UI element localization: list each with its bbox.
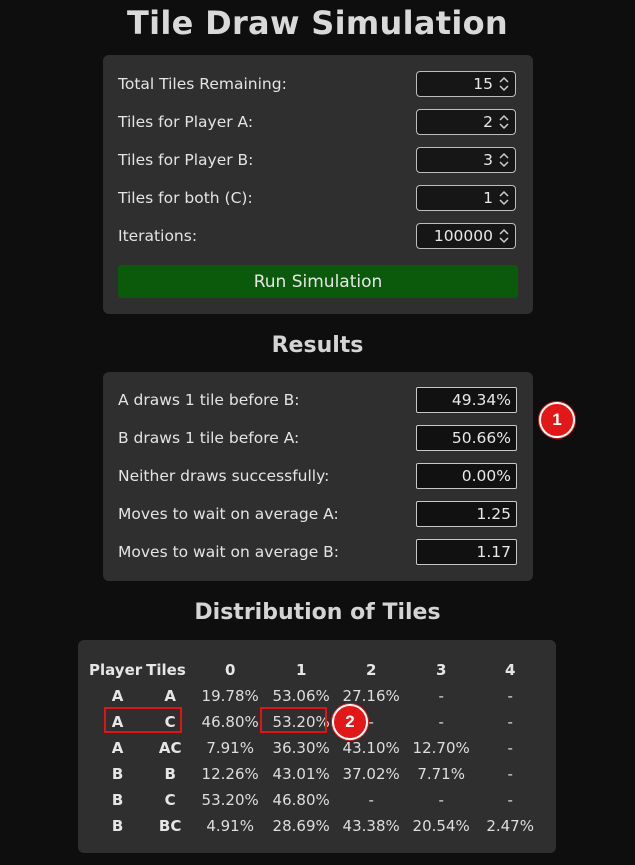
b-before-a-label: B draws 1 tile before A:	[118, 429, 300, 447]
probability-cell: 2.47%	[486, 817, 534, 835]
table-row: A AC 7.91% 36.30% 43.10% 12.70% -	[89, 735, 544, 761]
probability-cell: -	[438, 713, 444, 731]
tiles-player-b-value: 3	[483, 151, 493, 169]
distribution-panel: Player Tiles 0 1 2 3 4 A A 19.78% 53.06% 27.16% - - A…	[78, 640, 556, 853]
probability-cell: -	[507, 739, 513, 757]
table-row: B C 53.20% 46.80% - - -	[89, 787, 544, 813]
tiles-cell: AC	[158, 739, 182, 757]
probability-cell: 46.80%	[201, 713, 259, 731]
distribution-table: Player Tiles 0 1 2 3 4 A A 19.78% 53.06% 27.16% - - A…	[89, 657, 544, 839]
table-row: B B 12.26% 43.01% 37.02% 7.71% -	[89, 761, 544, 787]
column-header: Tiles	[146, 661, 186, 679]
input-panel: Total Tiles Remaining: 15 Tiles for Player…	[103, 55, 533, 314]
tiles-cell: A	[164, 687, 176, 705]
page-title: Tile Draw Simulation	[127, 4, 508, 42]
probability-cell: 43.38%	[342, 817, 400, 835]
probability-cell: 19.78%	[201, 687, 259, 705]
player-cell: A	[111, 739, 124, 757]
player-cell: B	[111, 765, 124, 783]
tiles-player-a-spinbox[interactable]: 2	[416, 109, 516, 135]
probability-cell: 43.01%	[272, 765, 330, 783]
annotation-marker-2: 2	[332, 704, 368, 740]
probability-cell: 53.06%	[272, 687, 330, 705]
probability-cell: -	[507, 765, 513, 783]
tiles-player-b-spinbox[interactable]: 3	[416, 147, 516, 173]
tiles-cell: B	[164, 765, 176, 783]
iterations-spinbox[interactable]: 100000	[416, 223, 516, 249]
results-panel: A draws 1 tile before B: 49.34% B draws 1 …	[103, 372, 533, 581]
probability-cell: -	[438, 791, 444, 809]
b-before-a-output[interactable]: 50.66%	[416, 425, 517, 451]
probability-cell: 53.20%	[201, 791, 259, 809]
table-row: B BC 4.91% 28.69% 43.38% 20.54% 2.47%	[89, 813, 544, 839]
highlight-a-c-value-1	[260, 707, 327, 733]
spin-arrows-icon[interactable]	[498, 75, 510, 93]
probability-cell: -	[507, 687, 513, 705]
avg-wait-b-label: Moves to wait on average B:	[118, 543, 340, 561]
spin-arrows-icon[interactable]	[498, 113, 510, 131]
neither-draws-output[interactable]: 0.00%	[416, 463, 517, 489]
probability-cell: -	[438, 687, 444, 705]
tiles-player-a-label: Tiles for Player A:	[118, 113, 254, 131]
probability-cell: 46.80%	[272, 791, 330, 809]
player-cell: B	[111, 817, 124, 835]
probability-cell: 36.30%	[272, 739, 330, 757]
column-header: 2	[365, 661, 377, 679]
highlight-player-tiles-a-c	[104, 707, 182, 733]
probability-cell: 7.71%	[417, 765, 465, 783]
probability-cell: 20.54%	[412, 817, 470, 835]
results-heading: Results	[271, 333, 364, 358]
player-cell: B	[111, 791, 124, 809]
avg-wait-a-label: Moves to wait on average A:	[118, 505, 339, 523]
neither-draws-value: 0.00%	[461, 467, 511, 485]
column-header: 3	[435, 661, 447, 679]
spin-arrows-icon[interactable]	[498, 189, 510, 207]
b-before-a-value: 50.66%	[451, 429, 511, 447]
column-header: 1	[295, 661, 307, 679]
column-header: Player	[89, 661, 143, 679]
annotation-marker-1: 1	[539, 402, 575, 438]
a-before-b-output[interactable]: 49.34%	[416, 387, 517, 413]
column-header: 4	[504, 661, 516, 679]
tiles-both-c-label: Tiles for both (C):	[118, 189, 253, 207]
total-tiles-value: 15	[473, 75, 493, 93]
player-cell: A	[111, 687, 124, 705]
column-header: 0	[224, 661, 236, 679]
neither-draws-label: Neither draws successfully:	[118, 467, 330, 485]
run-simulation-button[interactable]: Run Simulation	[118, 265, 518, 298]
probability-cell: -	[507, 713, 513, 731]
tiles-cell: C	[164, 791, 176, 809]
iterations-label: Iterations:	[118, 227, 198, 245]
probability-cell: -	[507, 791, 513, 809]
a-before-b-label: A draws 1 tile before B:	[118, 391, 300, 409]
iterations-value: 100000	[433, 227, 493, 245]
tiles-player-b-label: Tiles for Player B:	[118, 151, 254, 169]
spin-arrows-icon[interactable]	[498, 227, 510, 245]
a-before-b-value: 49.34%	[451, 391, 511, 409]
tiles-cell: BC	[158, 817, 182, 835]
probability-cell: -	[368, 791, 374, 809]
avg-wait-a-output[interactable]: 1.25	[416, 501, 517, 527]
avg-wait-a-value: 1.25	[476, 505, 511, 523]
total-tiles-spinbox[interactable]: 15	[416, 71, 516, 97]
avg-wait-b-value: 1.17	[476, 543, 511, 561]
avg-wait-b-output[interactable]: 1.17	[416, 539, 517, 565]
probability-cell: 4.91%	[206, 817, 254, 835]
tiles-player-a-value: 2	[483, 113, 493, 131]
probability-cell: 12.70%	[412, 739, 470, 757]
probability-cell: 28.69%	[272, 817, 330, 835]
tiles-both-c-spinbox[interactable]: 1	[416, 185, 516, 211]
tiles-both-c-value: 1	[483, 189, 493, 207]
probability-cell: 7.91%	[206, 739, 254, 757]
table-row: A A 19.78% 53.06% 27.16% - -	[89, 683, 544, 709]
spin-arrows-icon[interactable]	[498, 151, 510, 169]
probability-cell: 12.26%	[201, 765, 259, 783]
total-tiles-label: Total Tiles Remaining:	[118, 75, 287, 93]
distribution-heading: Distribution of Tiles	[194, 600, 441, 625]
probability-cell: 37.02%	[342, 765, 400, 783]
